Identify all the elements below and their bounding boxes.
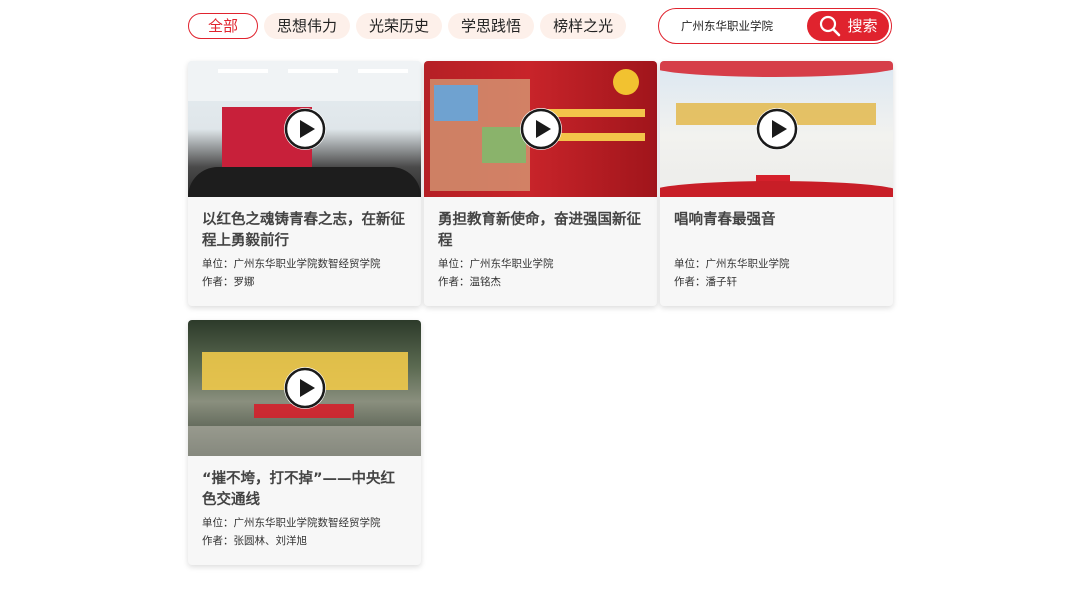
video-unit: 单位：广州东华职业学院 <box>674 258 790 270</box>
tab-all[interactable]: 全部 <box>188 13 259 39</box>
video-author: 作者：罗娜 <box>202 276 255 288</box>
video-card[interactable]: “摧不垮，打不掉”——中央红色交通线 单位：广州东华职业学院数智经贸学院 作者：… <box>188 320 421 565</box>
video-unit: 单位：广州东华职业学院数智经贸学院 <box>202 258 381 270</box>
play-icon <box>520 108 561 150</box>
play-button[interactable] <box>519 108 562 150</box>
video-title[interactable]: 以红色之魂铸青春之志，在新征程上勇毅前行 <box>202 210 407 252</box>
video-title[interactable]: 勇担教育新使命，奋进强国新征程 <box>438 210 643 252</box>
video-card[interactable]: 唱响青春最强音 单位：广州东华职业学院 作者：潘子轩 <box>660 61 893 306</box>
play-icon <box>756 108 797 150</box>
video-card[interactable]: 勇担教育新使命，奋进强国新征程 单位：广州东华职业学院 作者：温铭杰 <box>424 61 657 306</box>
play-button[interactable] <box>283 108 326 150</box>
search-icon <box>820 15 841 37</box>
tab-thought[interactable]: 思想伟力 <box>264 13 351 39</box>
play-button[interactable] <box>283 367 326 409</box>
video-unit: 单位：广州东华职业学院数智经贸学院 <box>202 517 381 529</box>
video-author: 作者：张圆林、刘洋旭 <box>202 535 307 547</box>
video-thumbnail[interactable] <box>660 61 893 197</box>
play-icon <box>284 367 325 409</box>
play-icon <box>284 108 325 150</box>
search-button[interactable]: 搜索 <box>807 11 889 41</box>
video-unit: 单位：广州东华职业学院 <box>438 258 554 270</box>
video-thumbnail[interactable] <box>188 320 421 456</box>
category-tabs: 全部 思想伟力 光荣历史 学思践悟 榜样之光 <box>188 13 627 39</box>
video-title[interactable]: 唱响青春最强音 <box>674 210 879 252</box>
video-author: 作者：潘子轩 <box>674 276 737 288</box>
search-button-label: 搜索 <box>847 16 878 35</box>
tab-history[interactable]: 光荣历史 <box>356 13 443 39</box>
video-title[interactable]: “摧不垮，打不掉”——中央红色交通线 <box>202 469 407 511</box>
top-bar: 全部 思想伟力 光荣历史 学思践悟 榜样之光 搜索 <box>188 8 892 44</box>
tab-practice[interactable]: 学思践悟 <box>448 13 535 39</box>
tab-role-models[interactable]: 榜样之光 <box>540 13 627 39</box>
video-card[interactable]: 以红色之魂铸青春之志，在新征程上勇毅前行 单位：广州东华职业学院数智经贸学院 作… <box>188 61 421 306</box>
search-box: 搜索 <box>658 8 892 44</box>
play-button[interactable] <box>755 108 798 150</box>
video-thumbnail[interactable] <box>188 61 421 197</box>
search-input[interactable] <box>681 15 799 37</box>
video-thumbnail[interactable] <box>424 61 657 197</box>
video-author: 作者：温铭杰 <box>438 276 501 288</box>
